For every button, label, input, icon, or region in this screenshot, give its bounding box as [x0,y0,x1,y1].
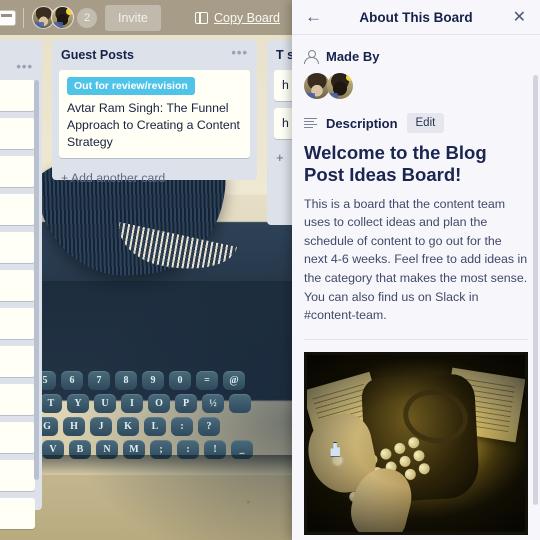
description-lines-icon [304,117,317,129]
list-item[interactable] [0,422,35,453]
board-members[interactable]: 2 [32,6,97,29]
list-item[interactable] [0,346,35,377]
description-section-header: Description Edit [304,113,528,133]
member-count-badge: 2 [77,7,97,28]
more-options-icon[interactable]: ••• [231,46,248,59]
description-attachment-image[interactable] [304,351,528,535]
card-title: Avtar Ram Singh: The Funnel Approach to … [67,101,240,150]
board-lists: ••• Web treat ffer ture a pier me" g to … [0,35,347,540]
list-left-partial[interactable]: ••• Web treat ffer ture a pier me" g to [0,40,42,529]
description-body: This is a board that the content team us… [304,196,528,323]
list-item[interactable]: Web [0,80,35,111]
toolbar-divider [23,7,24,28]
list-guest-posts[interactable]: Guest Posts ••• Out for review/revision … [52,40,257,185]
list-item[interactable]: ffer [0,194,35,225]
board-icon[interactable] [0,10,15,25]
avatar[interactable] [51,6,74,29]
list-header: ••• [0,60,35,80]
panel-header: ← About This Board ✕ [292,0,540,35]
made-by-title: Made By [326,49,380,64]
screen: 5 6 7 8 9 0 = @ TYUIOP½ G H J K L:? V B N M;:! _ 2 Invi… [0,0,540,540]
list-scrollbar[interactable] [34,80,39,480]
list-item[interactable]: a [0,308,35,339]
about-this-board-panel: ← About This Board ✕ Made By Description… [292,0,540,540]
list-header: Guest Posts ••• [59,46,250,70]
panel-title: About This Board [359,9,473,25]
panel-body: Made By Description Edit Welcome to the … [292,35,540,540]
invite-button[interactable]: Invite [105,4,161,31]
description-title: Description [326,115,398,131]
board-toolbar: 2 Invite Copy Board [0,0,292,35]
list-item[interactable]: me" [0,460,35,491]
edit-description-button[interactable]: Edit [406,113,445,133]
made-by-section-header: Made By [304,49,528,64]
avatar[interactable] [327,73,353,99]
close-icon[interactable]: ✕ [513,0,526,34]
list-item[interactable] [0,156,35,187]
list-item[interactable] [0,232,35,263]
card-guest-post[interactable]: Out for review/revision Avtar Ram Singh:… [59,70,250,159]
copy-board-button[interactable]: Copy Board [194,10,280,25]
more-options-icon[interactable]: ••• [16,60,33,73]
list-item[interactable]: ture [0,270,35,301]
list-item[interactable]: pier [0,384,35,415]
add-another-card-button[interactable]: + Add another card [59,165,250,195]
made-by-avatars[interactable] [304,73,528,99]
section-divider [304,338,528,340]
back-arrow-icon[interactable]: ← [305,0,322,34]
list-item[interactable]: g to [0,498,35,529]
card-label-badge: Out for review/revision [67,77,195,96]
template-icon [194,11,208,24]
list-item[interactable]: treat [0,118,35,149]
list-title: Guest Posts [61,48,134,62]
panel-scrollbar[interactable] [533,75,538,505]
copy-board-label: Copy Board [213,10,280,25]
person-icon [304,49,319,64]
description-heading: Welcome to the Blog Post Ideas Board! [304,142,487,185]
